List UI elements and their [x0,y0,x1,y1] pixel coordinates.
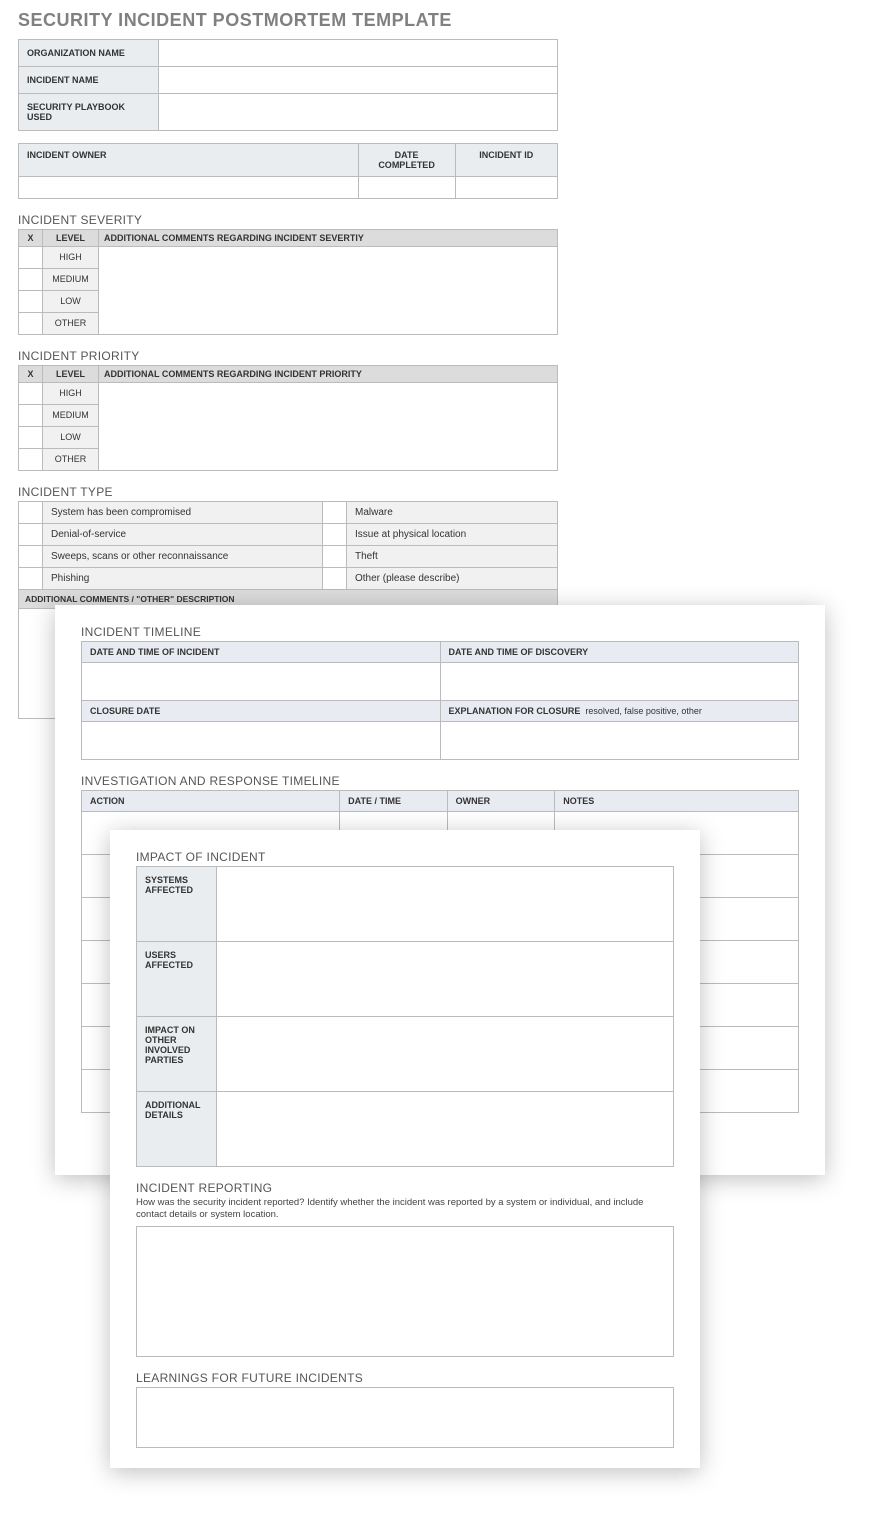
tl-expl-value[interactable] [440,722,799,760]
type-check-r1[interactable] [323,524,347,546]
type-r2: Theft [347,546,558,568]
type-check-r3[interactable] [323,568,347,590]
reporting-value[interactable] [137,1226,674,1356]
type-check-l0[interactable] [19,502,43,524]
learnings-title: LEARNINGS FOR FUTURE INCIDENTS [136,1371,674,1385]
type-l3: Phishing [43,568,323,590]
inv-owner-hdr: OWNER [447,791,555,812]
tl-expl-hdr: EXPLANATION FOR CLOSURE resolved, false … [440,701,799,722]
incident-value[interactable] [159,67,558,94]
pri-check-3[interactable] [19,449,43,471]
reporting-title: INCIDENT REPORTING [136,1181,674,1195]
impact-row-1: USERS AFFECTED [137,942,217,1017]
owner-table: INCIDENT OWNER DATE COMPLETED INCIDENT I… [18,143,558,199]
impact-val-2[interactable] [217,1017,674,1092]
sev-level-0: HIGH [43,247,99,269]
owner-hdr: INCIDENT OWNER [19,144,359,177]
id-value[interactable] [455,177,557,199]
timeline-table: DATE AND TIME OF INCIDENT DATE AND TIME … [81,641,799,760]
tl-discovery-value[interactable] [440,663,799,701]
tl-incident-hdr: DATE AND TIME OF INCIDENT [82,642,441,663]
tl-closure-hdr: CLOSURE DATE [82,701,441,722]
org-value[interactable] [159,40,558,67]
type-check-l3[interactable] [19,568,43,590]
pri-check-1[interactable] [19,405,43,427]
tl-expl-label: EXPLANATION FOR CLOSURE [449,706,581,716]
type-check-l2[interactable] [19,546,43,568]
impact-row-0: SYSTEMS AFFECTED [137,867,217,942]
pri-check-2[interactable] [19,427,43,449]
playbook-label: SECURITY PLAYBOOK USED [19,94,159,131]
tl-incident-value[interactable] [82,663,441,701]
meta-table: ORGANIZATION NAME INCIDENT NAME SECURITY… [18,39,558,131]
type-r1: Issue at physical location [347,524,558,546]
sev-x-hdr: X [19,230,43,247]
pri-comments-hdr: ADDITIONAL COMMENTS REGARDING INCIDENT P… [99,366,558,383]
learnings-value[interactable] [137,1387,674,1447]
type-l0: System has been compromised [43,502,323,524]
sev-check-1[interactable] [19,269,43,291]
severity-table: X LEVEL ADDITIONAL COMMENTS REGARDING IN… [18,229,558,335]
owner-value[interactable] [19,177,359,199]
org-label: ORGANIZATION NAME [19,40,159,67]
impact-val-0[interactable] [217,867,674,942]
tl-closure-value[interactable] [82,722,441,760]
tl-expl-hint: resolved, false positive, other [585,706,702,716]
impact-title: IMPACT OF INCIDENT [136,850,674,864]
page-3: IMPACT OF INCIDENT SYSTEMS AFFECTED USER… [110,830,700,1468]
type-l1: Denial-of-service [43,524,323,546]
learnings-table [136,1387,674,1448]
page-title: SECURITY INCIDENT POSTMORTEM TEMPLATE [18,10,859,31]
type-check-r2[interactable] [323,546,347,568]
type-check-l1[interactable] [19,524,43,546]
pri-level-hdr: LEVEL [43,366,99,383]
type-title: INCIDENT TYPE [18,485,859,499]
sev-check-2[interactable] [19,291,43,313]
pri-x-hdr: X [19,366,43,383]
sev-level-3: OTHER [43,313,99,335]
inv-notes-hdr: NOTES [555,791,799,812]
sev-level-2: LOW [43,291,99,313]
reporting-sub: How was the security incident reported? … [136,1197,674,1222]
sev-comments-value[interactable] [99,247,558,335]
date-hdr: DATE COMPLETED [358,144,455,177]
type-check-r0[interactable] [323,502,347,524]
pri-level-3: OTHER [43,449,99,471]
sev-check-3[interactable] [19,313,43,335]
impact-row-3: ADDITIONAL DETAILS [137,1092,217,1167]
type-l2: Sweeps, scans or other reconnaissance [43,546,323,568]
sev-check-0[interactable] [19,247,43,269]
timeline-title: INCIDENT TIMELINE [81,625,799,639]
inv-action-hdr: ACTION [82,791,340,812]
id-hdr: INCIDENT ID [455,144,557,177]
impact-row-2: IMPACT ON OTHER INVOLVED PARTIES [137,1017,217,1092]
pri-level-2: LOW [43,427,99,449]
playbook-value[interactable] [159,94,558,131]
sev-level-1: MEDIUM [43,269,99,291]
type-r3: Other (please describe) [347,568,558,590]
pri-comments-value[interactable] [99,383,558,471]
reporting-table [136,1226,674,1357]
sev-level-hdr: LEVEL [43,230,99,247]
impact-val-3[interactable] [217,1092,674,1167]
inv-dt-hdr: DATE / TIME [340,791,448,812]
pri-check-0[interactable] [19,383,43,405]
invest-title: INVESTIGATION AND RESPONSE TIMELINE [81,774,799,788]
pri-level-0: HIGH [43,383,99,405]
impact-val-1[interactable] [217,942,674,1017]
incident-label: INCIDENT NAME [19,67,159,94]
impact-table: SYSTEMS AFFECTED USERS AFFECTED IMPACT O… [136,866,674,1167]
priority-title: INCIDENT PRIORITY [18,349,859,363]
severity-title: INCIDENT SEVERITY [18,213,859,227]
date-value[interactable] [358,177,455,199]
type-r0: Malware [347,502,558,524]
tl-discovery-hdr: DATE AND TIME OF DISCOVERY [440,642,799,663]
sev-comments-hdr: ADDITIONAL COMMENTS REGARDING INCIDENT S… [99,230,558,247]
priority-table: X LEVEL ADDITIONAL COMMENTS REGARDING IN… [18,365,558,471]
pri-level-1: MEDIUM [43,405,99,427]
